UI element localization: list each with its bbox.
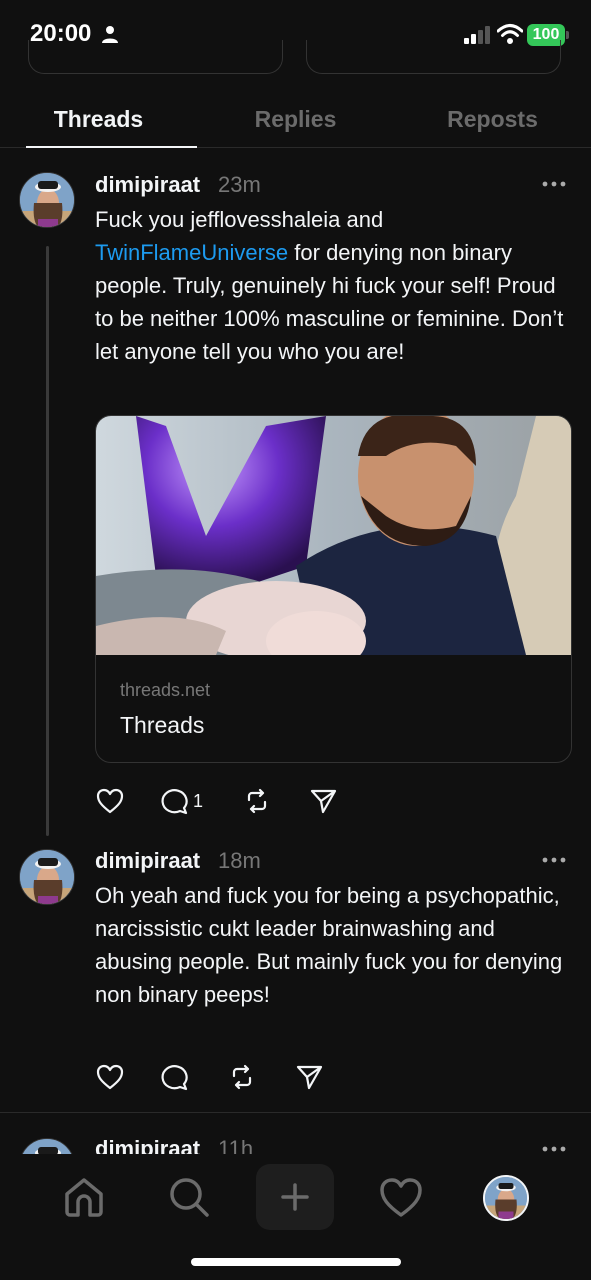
link-preview-domain: threads.net — [120, 680, 211, 700]
profile-tabs: Threads Replies Reposts — [0, 96, 591, 148]
avatar[interactable] — [19, 849, 75, 905]
post-username[interactable]: dimipiraat — [95, 172, 200, 198]
tab-reposts[interactable]: Reposts — [394, 96, 591, 147]
more-icon[interactable] — [542, 856, 566, 864]
post-username[interactable]: dimipiraat — [95, 848, 200, 874]
more-icon[interactable] — [542, 180, 566, 188]
post-text-before: Fuck you jefflovesshaleia and — [95, 207, 384, 232]
profile-action-button-right[interactable] — [306, 40, 561, 74]
activity-heart-icon[interactable] — [376, 1172, 426, 1222]
partial-post: dimipiraat 11h — [0, 1130, 591, 1154]
post-username[interactable]: dimipiraat — [95, 1136, 200, 1154]
repost-icon[interactable] — [227, 1062, 257, 1092]
home-icon[interactable] — [59, 1172, 109, 1222]
comment-icon[interactable] — [159, 786, 189, 816]
post-timestamp: 11h — [218, 1136, 254, 1154]
post-timestamp: 23m — [218, 172, 261, 197]
avatar[interactable] — [19, 172, 75, 228]
comment-icon[interactable] — [159, 1062, 189, 1092]
home-indicator[interactable] — [191, 1258, 401, 1266]
post-timestamp: 18m — [218, 848, 261, 873]
profile-nav-avatar[interactable] — [483, 1175, 529, 1221]
link-preview-title: Threads — [120, 712, 205, 738]
reply-count: 1 — [193, 791, 204, 811]
compose-button[interactable] — [256, 1164, 334, 1230]
heart-icon[interactable] — [95, 786, 125, 816]
plus-icon — [281, 1183, 309, 1211]
link-preview-card[interactable]: threads.net Threads — [95, 415, 572, 763]
share-icon[interactable] — [308, 786, 338, 816]
search-icon[interactable] — [164, 1172, 214, 1222]
thread-line — [46, 246, 49, 836]
more-icon[interactable] — [542, 1145, 566, 1153]
bottom-nav — [0, 1154, 591, 1280]
repost-icon[interactable] — [242, 786, 272, 816]
post-divider — [0, 1112, 591, 1113]
tab-replies[interactable]: Replies — [197, 96, 394, 147]
avatar[interactable] — [19, 1138, 75, 1154]
profile-action-button-left[interactable] — [28, 40, 283, 74]
link-preview-image — [96, 416, 571, 655]
post-text: Fuck you jefflovesshaleia and TwinFlameU… — [95, 203, 570, 368]
mention-link[interactable]: TwinFlameUniverse — [95, 240, 288, 265]
heart-icon[interactable] — [95, 1062, 125, 1092]
post-text: Oh yeah and fuck you for being a psychop… — [95, 883, 563, 1007]
tab-threads[interactable]: Threads — [0, 96, 197, 148]
share-icon[interactable] — [294, 1062, 324, 1092]
battery-tip — [566, 31, 569, 39]
